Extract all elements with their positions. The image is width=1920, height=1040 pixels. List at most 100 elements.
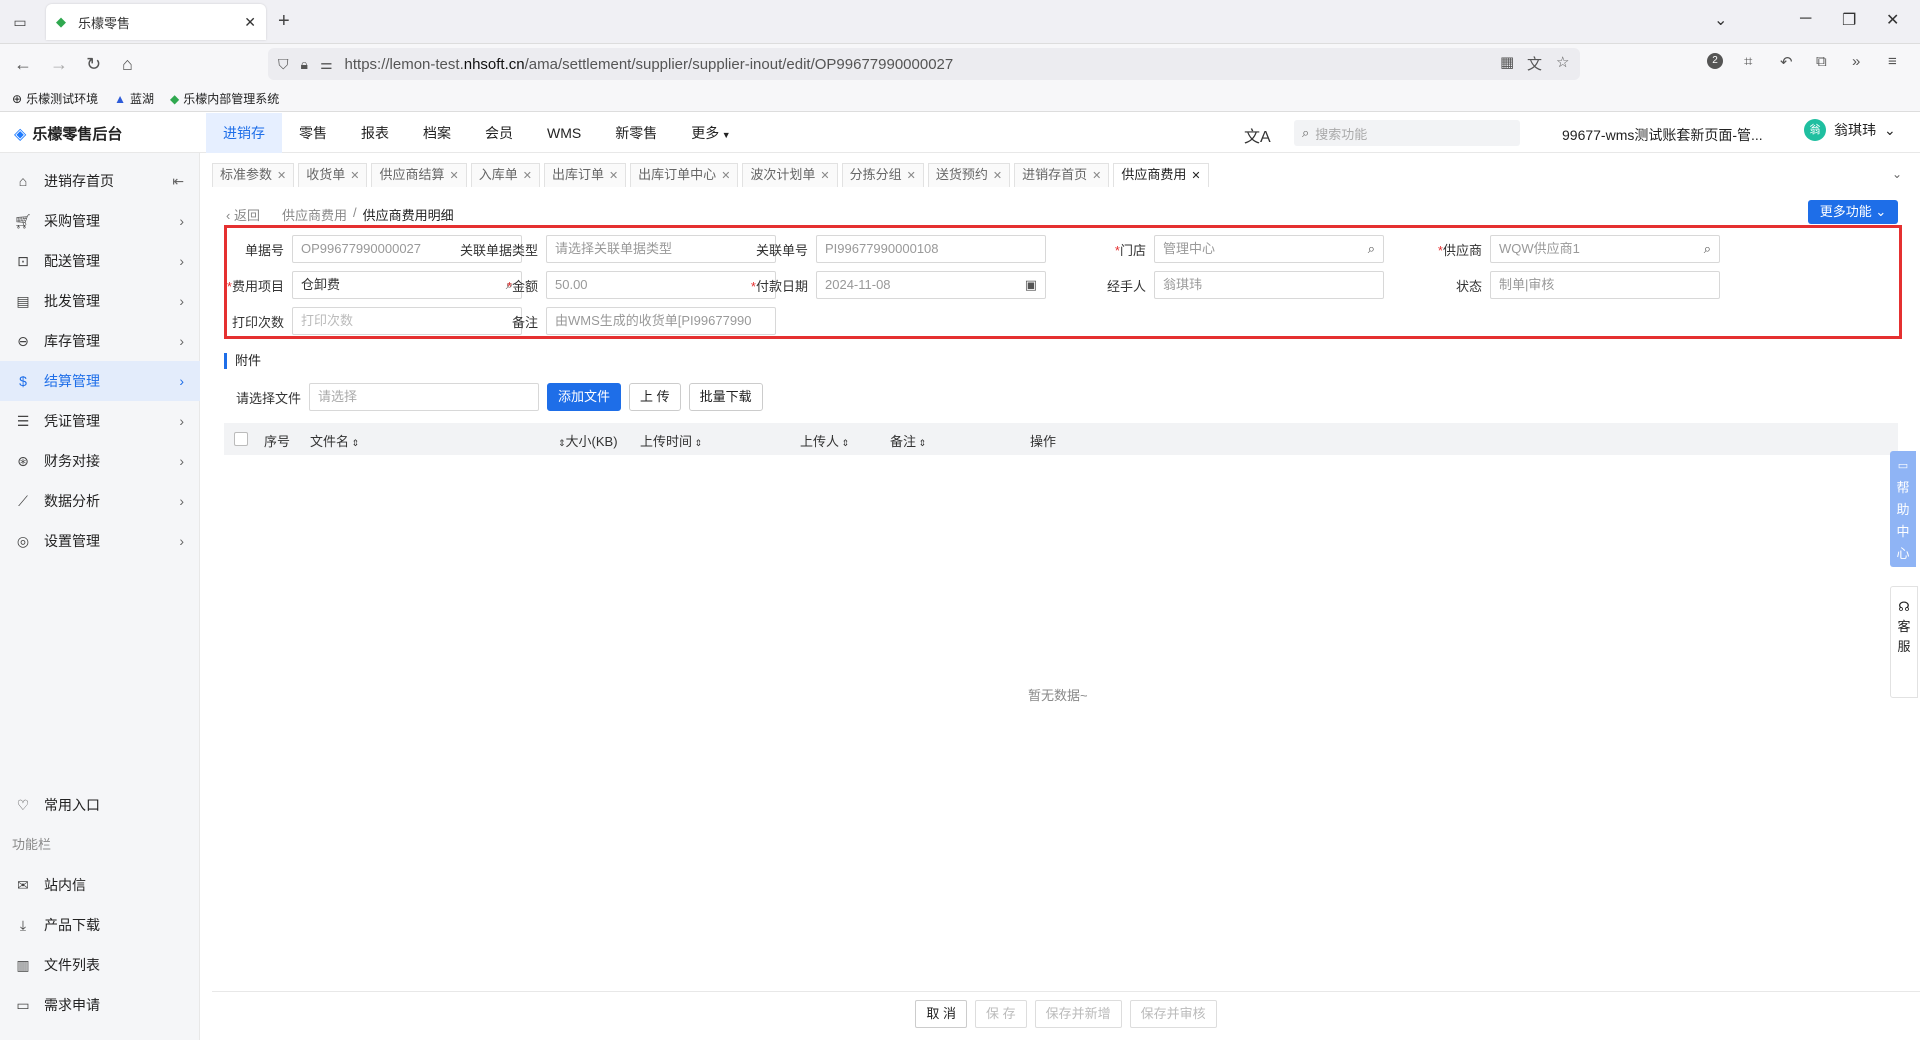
app-logo[interactable]: ◈ 乐檬零售后台: [14, 123, 122, 144]
customer-service-button[interactable]: ☊ 客服: [1890, 586, 1918, 698]
nav-item-wms[interactable]: WMS: [530, 113, 598, 153]
more-tools-icon[interactable]: »: [1852, 53, 1860, 70]
cancel-button[interactable]: 取 消: [915, 999, 967, 1028]
close-tab-icon[interactable]: ✕: [244, 14, 256, 31]
restore-icon[interactable]: ❐: [1842, 10, 1856, 30]
home-icon[interactable]: ⌂: [122, 54, 133, 75]
page-tab[interactable]: 出库订单中心 ✕: [630, 163, 739, 187]
back-icon[interactable]: ←: [14, 54, 32, 75]
handler-input[interactable]: 翁琪玮: [1154, 271, 1384, 299]
close-icon[interactable]: ✕: [1191, 170, 1200, 182]
page-tab[interactable]: 波次计划单 ✕: [742, 163, 838, 187]
bookmark-item[interactable]: ▲ 蓝湖: [114, 90, 154, 107]
reload-icon[interactable]: ↻: [86, 54, 101, 75]
upload-button[interactable]: 上 传: [629, 383, 681, 411]
batch-download-button[interactable]: 批量下载: [688, 383, 763, 411]
page-tab[interactable]: 出库订单 ✕: [543, 163, 627, 187]
page-tab[interactable]: 分拣分组 ✕: [841, 163, 924, 187]
select-all-checkbox[interactable]: [234, 432, 248, 446]
more-functions-button[interactable]: 更多功能 ⌄: [1808, 200, 1898, 224]
store-selector[interactable]: 99677-wms测试账套新页面-管...: [1562, 125, 1763, 145]
sidebar-item-settlement[interactable]: $ 结算管理 ›: [0, 361, 200, 401]
new-tab-icon[interactable]: +: [278, 10, 290, 32]
qr-code-icon[interactable]: ▦: [1500, 53, 1514, 71]
close-icon[interactable]: ✕: [1092, 170, 1101, 182]
extension-badge[interactable]: 2: [1707, 53, 1723, 69]
close-icon[interactable]: ✕: [721, 170, 730, 182]
status-input[interactable]: 制单|审核: [1490, 271, 1720, 299]
sidebar-item-wholesale[interactable]: ▤ 批发管理 ›: [0, 281, 200, 321]
bookmark-item[interactable]: ◆ 乐檬内部管理系统: [170, 90, 279, 107]
column-upload-time[interactable]: 上传时间 ⇕: [640, 431, 702, 450]
nav-item-retail[interactable]: 零售: [282, 113, 344, 153]
pay-date-picker[interactable]: 2024-11-08 ▣: [816, 271, 1046, 299]
tab-list-icon[interactable]: ▭: [10, 12, 30, 32]
close-icon[interactable]: ✕: [523, 170, 532, 182]
chevron-down-icon[interactable]: ⌄: [1714, 10, 1727, 30]
save-and-audit-button[interactable]: 保存并审核: [1129, 999, 1217, 1028]
search-icon[interactable]: ⌕: [1704, 236, 1711, 262]
close-icon[interactable]: ✕: [993, 170, 1002, 182]
back-link[interactable]: ‹ 返回: [226, 205, 260, 224]
sidebar-item-purchase[interactable]: 🛒︎ 采购管理 ›: [0, 201, 200, 241]
page-tab[interactable]: 进销存首页 ✕: [1014, 163, 1110, 187]
remark-input[interactable]: 由WMS生成的收货单[PI99677990: [546, 307, 776, 335]
extensions-icon[interactable]: ⧉: [1816, 53, 1827, 70]
nav-item-reports[interactable]: 报表: [344, 113, 406, 153]
page-tab[interactable]: 收货单 ✕: [298, 163, 368, 187]
sidebar-item-analytics[interactable]: ⟋ 数据分析 ›: [0, 481, 200, 521]
close-icon[interactable]: ✕: [449, 170, 458, 182]
nav-item-archive[interactable]: 档案: [406, 113, 468, 153]
bookmark-item[interactable]: ⊕ 乐檬测试环境: [12, 90, 98, 107]
sidebar-item-home[interactable]: ⌂ 进销存首页 ⇤: [0, 161, 200, 201]
sidebar-item-voucher[interactable]: ☰ 凭证管理 ›: [0, 401, 200, 441]
column-size[interactable]: ⇕大小(KB): [558, 431, 618, 450]
collapse-sidebar-icon[interactable]: ⇤: [172, 173, 184, 190]
forward-icon[interactable]: →: [50, 54, 68, 75]
minimize-icon[interactable]: ─: [1800, 10, 1811, 28]
nav-item-more[interactable]: 更多 ▼: [674, 113, 747, 153]
calendar-icon[interactable]: ▣: [1025, 272, 1037, 298]
link-no-input[interactable]: PI99677990000108: [816, 235, 1046, 263]
translate-icon[interactable]: 文: [1527, 53, 1542, 74]
close-icon[interactable]: ✕: [277, 170, 286, 182]
browser-tab[interactable]: ◆ 乐檬零售 ✕: [46, 4, 266, 40]
page-tab[interactable]: 送货预约 ✕: [927, 163, 1011, 187]
close-icon[interactable]: ✕: [820, 170, 829, 182]
address-bar[interactable]: ⛉ 🔒︎ ⚌ https://lemon-test.nhsoft.cn/ama/…: [268, 48, 1580, 80]
close-icon[interactable]: ✕: [350, 170, 359, 182]
close-icon[interactable]: ✕: [907, 170, 916, 182]
sidebar-item-file-list[interactable]: ▥ 文件列表: [0, 945, 200, 985]
save-button[interactable]: 保 存: [974, 999, 1027, 1028]
function-search-input[interactable]: ⌕ 搜索功能: [1294, 120, 1520, 146]
sidebar-item-settings[interactable]: ◎ 设置管理 ›: [0, 521, 200, 561]
breadcrumb-parent[interactable]: 供应商费用: [282, 205, 347, 224]
page-tab[interactable]: 入库单 ✕: [470, 163, 540, 187]
language-icon[interactable]: 文A: [1244, 123, 1271, 147]
column-filename[interactable]: 文件名 ⇕: [310, 431, 359, 450]
star-icon[interactable]: ☆: [1556, 53, 1569, 71]
add-file-button[interactable]: 添加文件: [547, 383, 622, 411]
undo-icon[interactable]: ↶: [1780, 53, 1793, 71]
help-center-button[interactable]: ▭ 帮助中心: [1890, 451, 1916, 567]
column-remark[interactable]: 备注 ⇕: [890, 431, 926, 450]
nav-item-member[interactable]: 会员: [468, 113, 530, 153]
supplier-input[interactable]: WQW供应商1 ⌕: [1490, 235, 1720, 263]
close-icon[interactable]: ✕: [609, 170, 618, 182]
save-and-new-button[interactable]: 保存并新增: [1034, 999, 1122, 1028]
nav-item-jinxiaocun[interactable]: 进销存: [206, 113, 282, 153]
close-window-icon[interactable]: ✕: [1886, 10, 1899, 30]
sidebar-item-downloads[interactable]: ⤓ 产品下载: [0, 905, 200, 945]
user-menu[interactable]: 翁翁琪玮 ⌄: [1804, 119, 1896, 141]
crop-icon[interactable]: ⌗: [1744, 53, 1752, 70]
menu-icon[interactable]: ≡: [1888, 53, 1897, 70]
nav-item-new-retail[interactable]: 新零售: [598, 113, 674, 153]
file-select-input[interactable]: 请选择: [309, 383, 540, 411]
sidebar-favorites[interactable]: ♡ 常用入口: [0, 785, 200, 825]
page-tab[interactable]: 供应商结算 ✕: [371, 163, 467, 187]
store-input[interactable]: 管理中心 ⌕: [1154, 235, 1384, 263]
search-icon[interactable]: ⌕: [1368, 236, 1375, 262]
sidebar-item-inventory[interactable]: ⊖ 库存管理 ›: [0, 321, 200, 361]
sidebar-item-messages[interactable]: ✉ 站内信: [0, 865, 200, 905]
tabs-dropdown-icon[interactable]: ⌄: [1892, 167, 1902, 181]
